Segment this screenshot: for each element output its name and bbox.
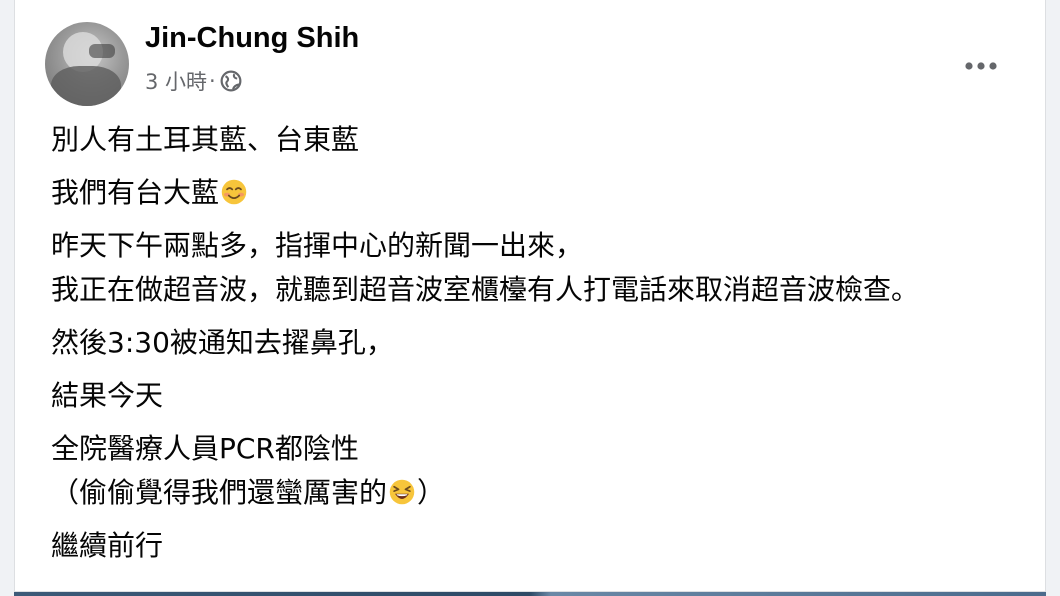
meta-separator: · — [209, 69, 216, 93]
post-header: Jin-Chung Shih 3 小時 · — [45, 20, 1015, 110]
grinning-squinting-face-emoji — [389, 479, 415, 505]
post-line: 我們有台大藍 — [51, 171, 1025, 215]
post-paragraph: 全院醫療人員PCR都陰性 （偷偷覺得我們還蠻厲害的 ） — [51, 427, 1025, 515]
post-body: 別人有土耳其藍、台東藍 我們有台大藍 昨天下午兩點多，指揮中心的新聞一出來， 我… — [51, 118, 1025, 577]
post-line: 全院醫療人員PCR都陰性 — [51, 432, 359, 465]
post-line-text: 我們有台大藍 — [51, 176, 220, 209]
post-line: （偷偷覺得我們還蠻厲害的 ） — [51, 471, 1025, 515]
post-line: 我正在做超音波，就聽到超音波室櫃檯有人打電話來取消超音波檢查。 — [51, 273, 920, 306]
smiling-face-emoji — [221, 179, 247, 205]
post-line: 繼續前行 — [51, 529, 164, 562]
post-meta: 3 小時 · — [145, 66, 242, 96]
post-line: 別人有土耳其藍、台東藍 — [51, 123, 360, 156]
author-avatar[interactable] — [45, 22, 129, 106]
post-paragraph: 我們有台大藍 — [51, 171, 1025, 215]
post-line: 結果今天 — [51, 379, 164, 412]
post-paragraph: 昨天下午兩點多，指揮中心的新聞一出來， 我正在做超音波，就聽到超音波室櫃檯有人打… — [51, 224, 1025, 312]
post-line: 昨天下午兩點多，指揮中心的新聞一出來， — [51, 229, 584, 262]
more-options-button[interactable] — [959, 44, 1003, 88]
post-paragraph: 別人有土耳其藍、台東藍 — [51, 118, 1025, 162]
post-card: Jin-Chung Shih 3 小時 · 別人有土耳其藍、台東藍 我們有台大藍 — [14, 0, 1046, 592]
post-line: 然後3:30被通知去擢鼻孔， — [51, 326, 394, 359]
author-name[interactable]: Jin-Chung Shih — [145, 22, 359, 55]
post-line-text: ） — [417, 476, 446, 509]
more-horizontal-icon — [965, 62, 997, 70]
next-post-edge — [14, 592, 1046, 596]
post-paragraph: 繼續前行 — [51, 524, 1025, 568]
post-paragraph: 然後3:30被通知去擢鼻孔， — [51, 321, 1025, 365]
post-paragraph: 結果今天 — [51, 374, 1025, 418]
globe-icon[interactable] — [220, 70, 242, 92]
post-line-text: （偷偷覺得我們還蠻厲害的 — [51, 476, 388, 509]
post-timestamp[interactable]: 3 小時 — [145, 66, 207, 96]
